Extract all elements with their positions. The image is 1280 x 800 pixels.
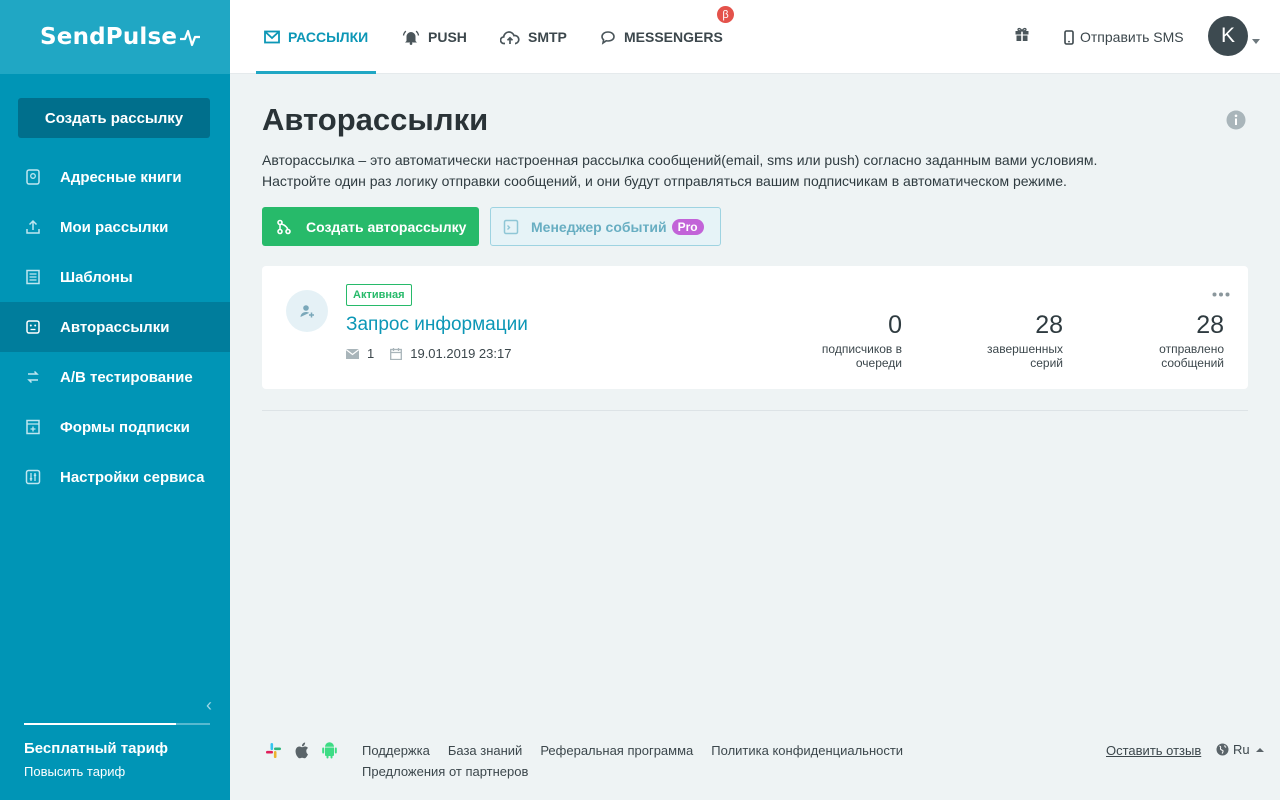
sidebar-item-label: Формы подписки — [60, 418, 190, 436]
info-icon[interactable] — [1226, 110, 1246, 135]
autoresponder-card: Активная Запрос информации 1 19.01.2019 … — [262, 266, 1248, 389]
sidebar-item-templates[interactable]: Шаблоны — [0, 252, 230, 302]
sidebar-item-label: A/B тестирование — [60, 368, 193, 386]
stat-value: 0 — [888, 311, 902, 339]
create-autoresponder-label: Создать авторассылку — [306, 218, 467, 235]
slack-icon[interactable] — [265, 742, 282, 759]
form-icon — [24, 418, 42, 436]
content-divider — [262, 410, 1248, 411]
pro-badge: Pro — [671, 218, 704, 235]
pulse-icon — [180, 29, 201, 47]
description-line: Авторассылка – это автоматически настрое… — [262, 152, 1098, 168]
sidebar-item-address-books[interactable]: Адресные книги — [0, 152, 230, 202]
beta-badge: β — [717, 6, 734, 23]
tab-messengers[interactable]: MESSENGERS — [600, 0, 723, 74]
language-label: Ru — [1233, 742, 1250, 757]
more-options-icon[interactable] — [1212, 284, 1230, 302]
created-date: 19.01.2019 23:17 — [390, 346, 511, 361]
flow-icon — [277, 219, 291, 234]
footer-link-referral[interactable]: Реферальная программа — [540, 743, 693, 758]
tab-label: PUSH — [428, 29, 467, 45]
autoresponder-meta: 1 19.01.2019 23:17 — [346, 346, 527, 361]
stat-completed-series: 28 завершенных серий — [987, 311, 1063, 370]
footer-links: Поддержка База знаний Реферальная програ… — [362, 743, 921, 785]
envelope-icon — [264, 30, 280, 44]
stat-value: 28 — [1035, 311, 1063, 339]
stat-queue: 0 подписчиков в очереди — [822, 311, 902, 370]
create-autoresponder-button[interactable]: Создать авторассылку — [262, 207, 479, 246]
stat-sent-messages: 28 отправлено сообщений — [1159, 311, 1224, 370]
top-bar: РАССЫЛКИ PUSH SMTP MESSENGERS β Отправит… — [230, 0, 1280, 74]
logo-text: SendPulse — [40, 24, 178, 50]
ab-test-icon — [24, 368, 42, 386]
page-title: Авторассылки — [262, 102, 489, 137]
sidebar-item-label: Адресные книги — [60, 168, 182, 186]
globe-icon — [1216, 743, 1229, 756]
address-book-icon — [24, 168, 42, 186]
sidebar: SendPulse Создать рассылку Адресные книг… — [0, 0, 230, 800]
bell-icon — [402, 29, 420, 45]
sidebar-item-label: Мои рассылки — [60, 218, 169, 236]
create-campaign-button[interactable]: Создать рассылку — [18, 98, 210, 138]
sidebar-item-label: Настройки сервиса — [60, 468, 205, 486]
letters-count: 1 — [346, 346, 374, 361]
tab-campaigns[interactable]: РАССЫЛКИ — [255, 0, 377, 74]
status-badge: Активная — [346, 284, 412, 306]
cloud-upload-icon — [500, 30, 520, 45]
upgrade-plan-link[interactable]: Повысить тариф — [24, 764, 125, 779]
sidebar-item-service-settings[interactable]: Настройки сервиса — [0, 452, 230, 502]
send-sms-label: Отправить SMS — [1080, 29, 1184, 45]
tab-smtp[interactable]: SMTP — [500, 0, 567, 74]
tab-label: РАССЫЛКИ — [288, 29, 369, 45]
chevron-up-icon — [1255, 747, 1264, 752]
stat-label: отправлено сообщений — [1159, 342, 1224, 370]
send-sms-button[interactable]: Отправить SMS — [1064, 0, 1184, 74]
tab-label: MESSENGERS — [624, 29, 723, 45]
user-avatar[interactable]: K — [1208, 16, 1248, 56]
phone-icon — [1064, 29, 1074, 45]
leave-feedback-link[interactable]: Оставить отзыв — [1106, 743, 1201, 758]
stat-value: 28 — [1196, 311, 1224, 339]
envelope-icon — [346, 348, 359, 359]
sidebar-item-ab-testing[interactable]: A/B тестирование — [0, 352, 230, 402]
footer-icons — [265, 741, 350, 759]
description-line: Настройте один раз логику отправки сообщ… — [262, 173, 1067, 189]
logo-bar: SendPulse — [0, 0, 230, 74]
sidebar-item-subscription-forms[interactable]: Формы подписки — [0, 402, 230, 452]
sidebar-nav: Адресные книги Мои рассылки Шаблоны Авто… — [0, 152, 230, 502]
user-plus-icon — [286, 290, 328, 332]
logo[interactable]: SendPulse — [40, 24, 201, 50]
android-icon[interactable] — [321, 741, 338, 759]
footer-link-knowledge-base[interactable]: База знаний — [448, 743, 523, 758]
chat-bubble-icon — [600, 30, 616, 45]
collapse-sidebar-icon[interactable]: ‹ — [206, 695, 212, 716]
sidebar-item-autoresponders[interactable]: Авторассылки — [0, 302, 230, 352]
robot-icon — [24, 318, 42, 336]
event-manager-button[interactable]: Менеджер событий Pro — [490, 207, 721, 246]
chevron-down-icon[interactable] — [1252, 31, 1260, 49]
event-manager-icon — [503, 219, 519, 234]
plan-title: Бесплатный тариф — [24, 740, 169, 757]
apple-icon[interactable] — [294, 742, 309, 759]
event-manager-label: Менеджер событий — [531, 218, 667, 235]
sidebar-item-my-campaigns[interactable]: Мои рассылки — [0, 202, 230, 252]
page-description: Авторассылка – это автоматически настрое… — [262, 150, 1222, 192]
footer-link-partners[interactable]: Предложения от партнеров — [362, 764, 528, 779]
tab-push[interactable]: PUSH — [402, 0, 467, 74]
stat-label: завершенных серий — [987, 342, 1063, 370]
stat-label: подписчиков в очереди — [821, 342, 902, 370]
settings-sliders-icon — [24, 468, 42, 486]
footer-link-privacy[interactable]: Политика конфиденциальности — [711, 743, 903, 758]
calendar-icon — [390, 347, 403, 360]
footer-link-support[interactable]: Поддержка — [362, 743, 430, 758]
gift-icon[interactable] — [1014, 26, 1030, 47]
sidebar-item-label: Шаблоны — [60, 268, 133, 286]
language-selector[interactable]: Ru — [1216, 742, 1270, 757]
upload-icon — [24, 218, 42, 236]
template-icon — [24, 268, 42, 286]
tab-label: SMTP — [528, 29, 567, 45]
plan-usage-bar — [24, 723, 210, 725]
sidebar-item-label: Авторассылки — [60, 318, 170, 336]
autoresponder-title-link[interactable]: Запрос информации — [346, 314, 528, 336]
